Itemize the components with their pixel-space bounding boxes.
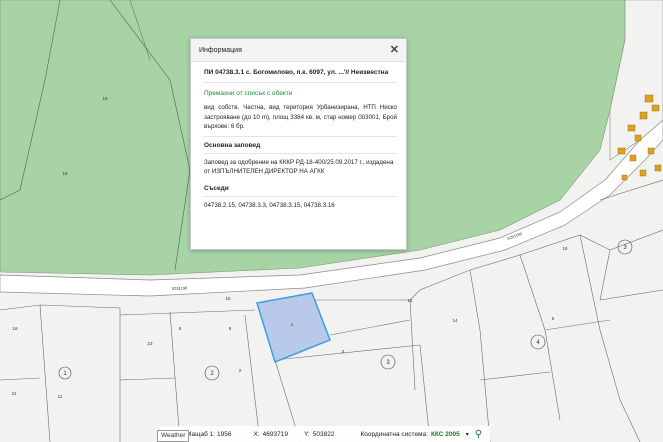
x-readout: X: 4693719 <box>253 431 293 438</box>
search-icon[interactable]: ⚲ <box>475 429 482 440</box>
parcel-number: 10 <box>102 96 108 101</box>
y-readout: Y: 503822 <box>304 431 341 438</box>
scale-value: 1956 <box>217 430 232 438</box>
info-popup: Информация ✕ ПИ 04738.3.1 с. Богомилово,… <box>190 38 407 250</box>
order-section-title: Основна заповед <box>204 142 397 154</box>
crs-label: Координатна система: <box>360 430 428 438</box>
scale-readout: Мащаб 1: 1956 <box>186 431 237 438</box>
parcel-number: 21 <box>11 391 17 396</box>
x-value: 4693719 <box>262 430 288 438</box>
parcel-number: 14 <box>452 318 458 323</box>
parcel-number: 16 <box>562 246 568 251</box>
parcel-description: вид собств. Частна, вид територия Урбани… <box>204 103 397 137</box>
parcel-number: 18 <box>12 326 18 331</box>
chevron-down-icon[interactable]: ▾ <box>466 431 469 438</box>
neighbors-section-title: Съседи <box>204 185 397 197</box>
parcel-number: 16 <box>62 171 68 176</box>
remove-from-list-link[interactable]: Премахни от списък с обекти <box>204 90 397 97</box>
crs-select[interactable]: ККС 2005 <box>431 431 460 438</box>
road-label: 5291190 <box>172 285 188 291</box>
order-text: Заповед за одобрение на КККР РД-18-400/2… <box>204 158 394 176</box>
y-value: 503822 <box>312 430 335 438</box>
parcel-number: 23 <box>147 341 153 346</box>
weather-layer-tag[interactable]: Weather <box>157 430 190 442</box>
neighbors-text: 04738.2.15, 04738.3.3, 04738.3.15, 04738… <box>204 201 335 209</box>
parcel-number: 15 <box>407 298 413 303</box>
y-label: Y: <box>303 430 310 438</box>
parcel-number: 16 <box>225 296 231 301</box>
scale-label: Мащаб 1: <box>186 430 216 438</box>
parcel-title: ПИ 04738.3.1 с. Богомилово, п.к. 6097, у… <box>204 68 397 83</box>
popup-body: ПИ 04738.3.1 с. Богомилово, п.к. 6097, у… <box>191 62 406 213</box>
close-icon[interactable]: ✕ <box>390 44 399 56</box>
parcel-number: 11 <box>58 394 63 399</box>
popup-title: Информация <box>199 46 242 54</box>
status-bar: Мащаб 1: 1956 X: 4693719 Y: 503822 Координа… <box>160 426 490 442</box>
popup-header: Информация ✕ <box>191 39 406 62</box>
x-label: X: <box>253 430 260 438</box>
